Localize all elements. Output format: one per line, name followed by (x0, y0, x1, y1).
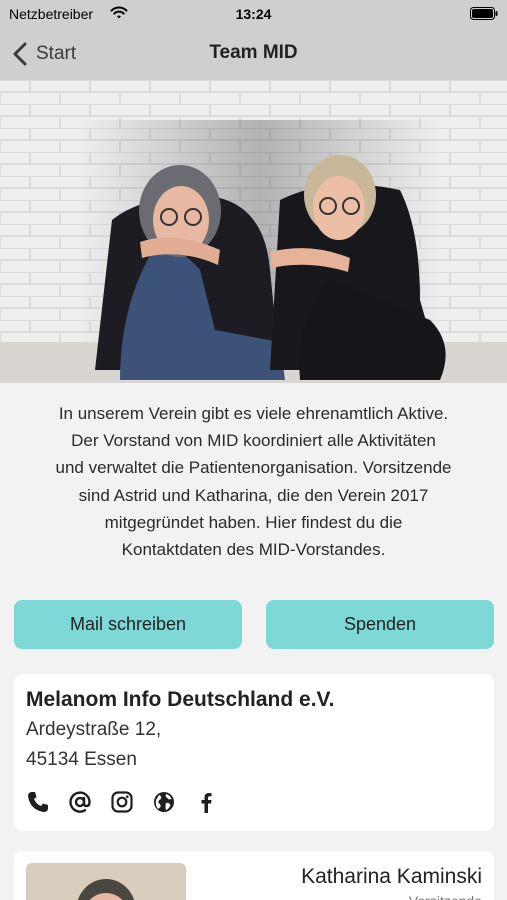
mail-button[interactable]: Mail schreiben (14, 600, 242, 649)
organization-name: Melanom Info Deutschland e.V. (26, 688, 335, 711)
intro-text: In unserem Verein gibt es viele ehrenamt… (10, 400, 497, 563)
person-photo (26, 863, 186, 900)
intro-line: In unserem Verein gibt es viele ehrenamt… (58, 404, 449, 423)
donate-button[interactable]: Spenden (266, 600, 494, 649)
globe-icon[interactable] (152, 790, 176, 814)
page-title: Team MID (209, 42, 298, 63)
person-name: Katharina Kaminski (301, 865, 482, 888)
at-icon[interactable] (68, 790, 92, 814)
organization-card: Melanom Info Deutschland e.V. Ardeystraß… (14, 674, 494, 831)
person-card[interactable]: Katharina Kaminski Vorsitzende (14, 851, 494, 900)
instagram-icon[interactable] (110, 790, 134, 814)
clock: 13:24 (235, 6, 272, 22)
navigation-bar: Start Team MID (0, 28, 507, 80)
facebook-icon[interactable] (194, 790, 218, 814)
intro-line: mitgegründet haben. Hier findest du die (104, 512, 403, 532)
intro-line: und verwaltet die Patientenorganisation.… (55, 458, 452, 478)
phone-icon[interactable] (26, 790, 50, 814)
intro-line: Kontaktdaten des MID-Vorstandes. (121, 540, 386, 560)
contact-icons (26, 790, 236, 814)
intro-line: sind Astrid und Katharina, die den Verei… (78, 485, 429, 505)
intro-line: Der Vorstand von MID koordiniert alle Ak… (71, 431, 436, 451)
address-city: 45134 Essen (26, 749, 137, 770)
person-role: Vorsitzende (409, 893, 482, 900)
team-photo (0, 80, 507, 383)
battery-icon (470, 7, 498, 20)
status-bar: Netzbetreiber 13:24 (0, 0, 507, 28)
address-street: Ardeystraße 12, (26, 719, 162, 740)
